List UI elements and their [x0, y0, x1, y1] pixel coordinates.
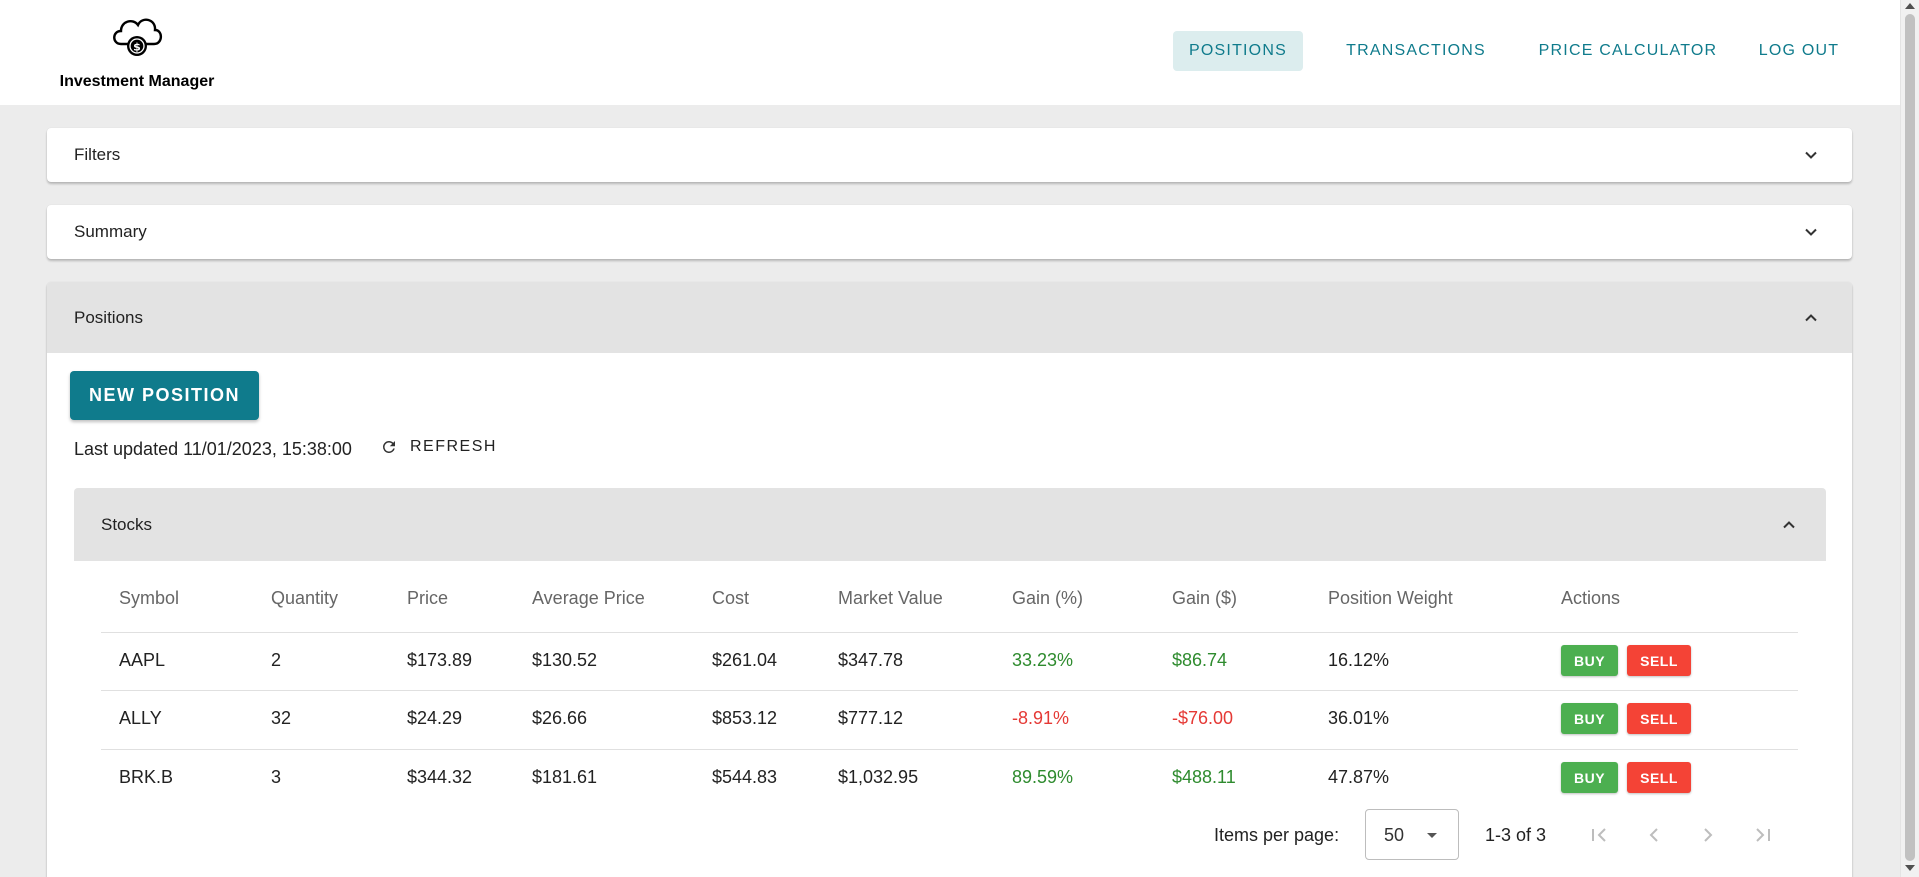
scroll-thumb[interactable] [1905, 14, 1915, 861]
nav-log-out[interactable]: LOG OUT [1752, 31, 1846, 71]
cell-quantity: 2 [271, 650, 282, 670]
summary-panel-header[interactable]: Summary [47, 205, 1852, 259]
cell-gain-percent: 89.59% [1012, 767, 1074, 787]
chevron-down-icon [1805, 151, 1817, 159]
column-header-gain-dollar[interactable]: Gain ($) [1172, 588, 1237, 609]
buy-button[interactable]: BUY [1561, 645, 1618, 676]
dropdown-arrow-icon [1427, 833, 1437, 838]
row-divider [101, 749, 1798, 750]
cloud-dollar-icon: $ [113, 18, 163, 56]
cell-position-weight: 16.12% [1328, 650, 1390, 670]
chevron-up-icon [1783, 520, 1795, 528]
filters-panel: Filters [47, 128, 1852, 182]
cell-symbol: BRK.B [119, 767, 174, 787]
cell-gain-percent: -8.91% [1012, 708, 1070, 728]
app-title: Investment Manager [59, 73, 215, 90]
cell-average-price: $26.66 [532, 708, 588, 728]
summary-panel: Summary [47, 205, 1852, 259]
cell-symbol: ALLY [119, 708, 162, 728]
nav-price-calculator[interactable]: PRICE CALCULATOR [1530, 31, 1726, 71]
page-range-label: 1-3 of 3 [1485, 825, 1547, 845]
cell-position-weight: 47.87% [1328, 767, 1390, 787]
row-divider [101, 690, 1798, 691]
svg-text:$: $ [133, 41, 141, 54]
cell-cost: $261.04 [712, 650, 778, 670]
last-updated-text: Last updated 11/01/2023, 15:38:00 [74, 439, 352, 459]
cell-market-value: $777.12 [838, 708, 904, 728]
cell-gain-percent: 33.23% [1012, 650, 1074, 670]
cell-price: $24.29 [407, 708, 463, 728]
column-header-symbol[interactable]: Symbol [119, 588, 179, 609]
items-per-page-select[interactable]: 50 [1365, 809, 1459, 860]
summary-panel-title: Summary [74, 222, 147, 241]
buy-button[interactable]: BUY [1561, 703, 1618, 734]
sell-button[interactable]: SELL [1627, 645, 1691, 676]
nav-positions[interactable]: POSITIONS [1173, 31, 1303, 71]
refresh-label: REFRESH [410, 438, 497, 455]
filters-panel-header[interactable]: Filters [47, 128, 1852, 182]
cell-market-value: $1,032.95 [838, 767, 919, 787]
vertical-scrollbar[interactable] [1900, 0, 1919, 877]
row-divider [101, 632, 1798, 633]
column-header-average-price[interactable]: Average Price [532, 588, 645, 609]
cell-gain-dollar: $86.74 [1172, 650, 1228, 670]
cell-cost: $853.12 [712, 708, 778, 728]
buy-button[interactable]: BUY [1561, 762, 1618, 793]
app-logo[interactable]: $ Investment Manager [52, 10, 222, 90]
positions-panel-header[interactable]: Positions [47, 282, 1852, 353]
cell-quantity: 32 [271, 708, 292, 728]
chevron-up-icon [1805, 313, 1817, 321]
cell-cost: $544.83 [712, 767, 778, 787]
cell-average-price: $181.61 [532, 767, 598, 787]
column-header-cost[interactable]: Cost [712, 588, 749, 609]
chevron-right-icon[interactable] [1693, 820, 1723, 850]
sell-button[interactable]: SELL [1627, 762, 1691, 793]
last-page-icon[interactable] [1747, 820, 1777, 850]
stocks-panel-header[interactable]: Stocks [74, 488, 1826, 561]
cell-average-price: $130.52 [532, 650, 598, 670]
items-per-page-label: Items per page: [1214, 825, 1340, 845]
refresh-icon [382, 441, 395, 453]
first-page-icon[interactable] [1585, 820, 1615, 850]
stocks-panel-title: Stocks [101, 514, 153, 534]
refresh-button[interactable]: REFRESH [380, 438, 497, 456]
chevron-down-icon [1805, 228, 1817, 236]
column-header-position-weight[interactable]: Position Weight [1328, 588, 1453, 609]
items-per-page-value: 50 [1384, 825, 1405, 845]
positions-panel-title: Positions [74, 307, 143, 327]
filters-panel-title: Filters [74, 145, 121, 164]
column-header-gain-percent[interactable]: Gain (%) [1012, 588, 1083, 609]
column-header-quantity[interactable]: Quantity [271, 588, 338, 609]
column-header-actions: Actions [1561, 588, 1621, 608]
column-header-price[interactable]: Price [407, 588, 448, 609]
chevron-left-icon[interactable] [1639, 820, 1669, 850]
cell-price: $344.32 [407, 767, 473, 787]
cell-gain-dollar: -$76.00 [1172, 708, 1234, 728]
cell-gain-dollar: $488.11 [1172, 767, 1236, 787]
top-app-bar: $ Investment Manager POSITIONS TRANSACTI… [0, 0, 1900, 105]
scroll-down-arrow[interactable] [1905, 865, 1915, 871]
column-header-market-value[interactable]: Market Value [838, 588, 943, 609]
scroll-up-arrow[interactable] [1905, 3, 1915, 9]
new-position-button[interactable]: NEW POSITION [70, 371, 259, 420]
cell-quantity: 3 [271, 767, 282, 787]
cell-symbol: AAPL [119, 650, 166, 670]
cell-position-weight: 36.01% [1328, 708, 1390, 728]
nav-transactions[interactable]: TRANSACTIONS [1337, 31, 1495, 71]
cell-price: $173.89 [407, 650, 473, 670]
sell-button[interactable]: SELL [1627, 703, 1691, 734]
cell-market-value: $347.78 [838, 650, 904, 670]
